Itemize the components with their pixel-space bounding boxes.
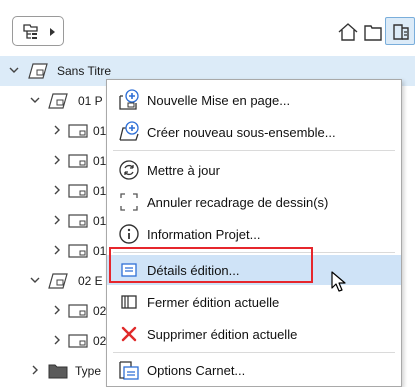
dropdown-arrow-icon: [49, 27, 57, 37]
publisher-set-icon: [27, 62, 49, 80]
house-view-icon[interactable]: [337, 22, 359, 42]
crop-icon: [117, 190, 141, 214]
chevron-down-icon[interactable]: [9, 65, 19, 75]
tree-options-button[interactable]: [12, 16, 64, 46]
tree-root-label: Sans Titre: [57, 64, 112, 78]
publisher-sets-icon[interactable]: [385, 17, 415, 45]
layout-icon: [67, 302, 89, 320]
tree-item-label: 01: [93, 244, 107, 258]
menu-item-cancel-crop[interactable]: Annuler recadrage de dessin(s): [107, 187, 401, 217]
menu-item-label: Annuler recadrage de dessin(s): [147, 195, 329, 210]
layout-icon: [67, 242, 89, 260]
chevron-right-icon[interactable]: [52, 335, 62, 345]
menu-item-new-layout[interactable]: Nouvelle Mise en page...: [107, 85, 401, 115]
layout-book-icon[interactable]: [362, 22, 384, 42]
layout-icon: [67, 152, 89, 170]
menu-item-close-edition[interactable]: Fermer édition actuelle: [107, 287, 401, 317]
toolbar: [0, 0, 415, 56]
chevron-right-icon[interactable]: [52, 305, 62, 315]
close-edition-icon: [117, 290, 141, 314]
chevron-down-icon[interactable]: [30, 275, 40, 285]
update-icon: [117, 158, 141, 182]
tree-item-label: 02: [93, 334, 107, 348]
tree-hierarchy-icon: [21, 22, 41, 42]
menu-item-label: Nouvelle Mise en page...: [147, 93, 291, 108]
tree-item-label: 02: [93, 304, 107, 318]
menu-separator: [113, 150, 395, 151]
menu-item-label: Fermer édition actuelle: [147, 295, 280, 310]
tree-item-label: 01: [93, 154, 107, 168]
layout-icon: [67, 212, 89, 230]
menu-item-label: Information Projet...: [147, 227, 261, 242]
menu-item-update[interactable]: Mettre à jour: [107, 155, 401, 185]
tree-item-label: Type: [75, 364, 102, 378]
mouse-cursor-icon: [331, 271, 347, 293]
tree-item-label: 01 P: [78, 94, 103, 108]
tree-item-label: 01: [93, 124, 107, 138]
highlight-outline: [109, 247, 313, 283]
chevron-right-icon[interactable]: [52, 125, 62, 135]
chevron-right-icon[interactable]: [52, 215, 62, 225]
menu-item-delete-edition[interactable]: Supprimer édition actuelle: [107, 319, 401, 349]
subset-icon: [47, 92, 69, 110]
chevron-right-icon[interactable]: [30, 365, 40, 375]
menu-item-book-options[interactable]: Options Carnet...: [107, 355, 401, 385]
tree-item-label: 02 E: [78, 274, 103, 288]
new-subset-icon: [117, 120, 141, 144]
chevron-right-icon[interactable]: [52, 155, 62, 165]
menu-item-label: Mettre à jour: [147, 163, 220, 178]
tree-item-label: 01: [93, 214, 107, 228]
chevron-right-icon[interactable]: [52, 185, 62, 195]
layout-icon: [67, 182, 89, 200]
menu-item-project-info[interactable]: Information Projet...: [107, 219, 401, 249]
chevron-down-icon[interactable]: [30, 95, 40, 105]
menu-item-label: Options Carnet...: [147, 363, 246, 378]
chevron-right-icon[interactable]: [52, 245, 62, 255]
menu-item-new-subset[interactable]: Créer nouveau sous-ensemble...: [107, 117, 401, 147]
menu-item-label: Créer nouveau sous-ensemble...: [147, 125, 336, 140]
info-icon: [117, 222, 141, 246]
layout-icon: [67, 332, 89, 350]
folder-icon: [47, 362, 69, 380]
menu-item-label: Supprimer édition actuelle: [147, 327, 298, 342]
context-menu: Nouvelle Mise en page... Créer nouveau s…: [106, 79, 402, 387]
delete-icon: [117, 322, 141, 346]
new-layout-icon: [117, 88, 141, 112]
menu-separator: [113, 352, 395, 353]
subset-icon: [47, 272, 69, 290]
tree-item-label: 01: [93, 184, 107, 198]
book-options-icon: [117, 358, 141, 382]
layout-icon: [67, 122, 89, 140]
